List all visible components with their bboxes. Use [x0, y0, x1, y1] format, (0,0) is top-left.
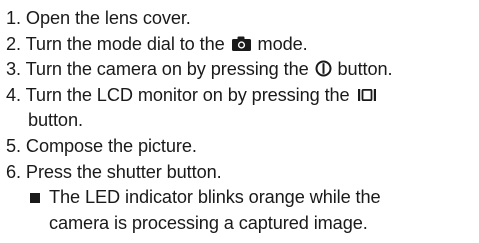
step-text-after: mode. [257, 33, 308, 54]
power-icon [315, 60, 332, 77]
camera-icon [231, 36, 251, 51]
step-text: Turn the camera on by pressing the [25, 59, 309, 80]
lcd-monitor-icon [357, 88, 376, 101]
step-text: Turn the mode dial to the [25, 33, 225, 54]
step-5: 5. Compose the picture. [6, 134, 474, 160]
step-text-after: button. [337, 59, 393, 80]
step-1: 1. Open the lens cover. [6, 6, 474, 32]
step-list: 1. Open the lens cover. 2. Turn the mode… [6, 6, 474, 236]
step-3: 3. Turn the camera on by pressing the bu… [6, 57, 474, 83]
instruction-page: 1. Open the lens cover. 2. Turn the mode… [0, 0, 479, 243]
step-number: 3. [6, 59, 21, 80]
step-2: 2. Turn the mode dial to the mode. [6, 32, 474, 58]
step-number: 1. [6, 8, 21, 28]
note: The LED indicator blinks orange while th… [6, 185, 474, 236]
square-bullet-icon [30, 193, 40, 204]
step-text: Compose the picture. [25, 135, 197, 156]
step-4: 4. Turn the LCD monitor on by pressing t… [6, 83, 474, 134]
step-number: 4. [6, 84, 21, 105]
note-line-2: camera is processing a captured image. [49, 212, 368, 233]
step-number: 5. [6, 135, 21, 156]
step-number: 6. [6, 161, 21, 182]
step-text: Turn the LCD monitor on by pressing the [25, 84, 350, 105]
step-text: Press the shutter button. [25, 161, 222, 182]
step-number: 2. [6, 33, 21, 54]
step-6: 6. Press the shutter button. [6, 160, 474, 186]
step-text-continuation: button. [28, 110, 83, 131]
note-line-1: The LED indicator blinks orange while th… [49, 187, 381, 208]
step-text: Open the lens cover. [25, 8, 191, 28]
